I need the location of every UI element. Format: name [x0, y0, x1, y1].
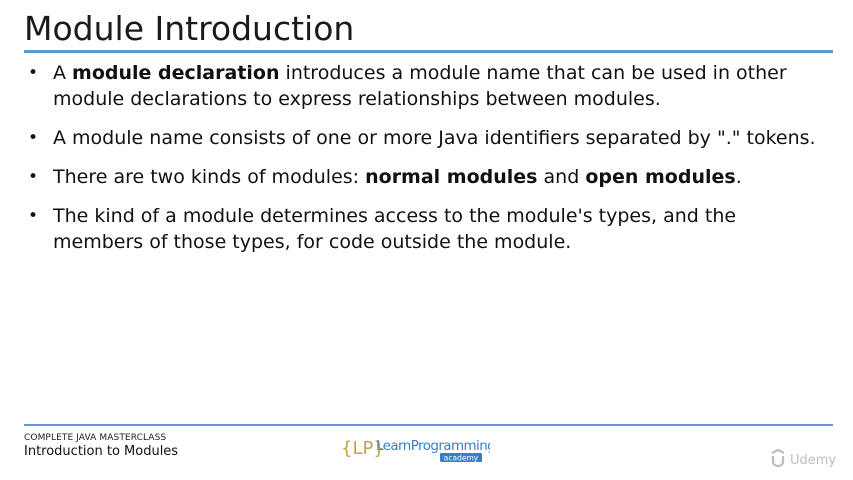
bullet-dot: •	[28, 63, 39, 83]
bullet-item: • A module declaration introduces a modul…	[24, 60, 824, 112]
bullet-text: The kind of a module determines access t…	[53, 205, 737, 253]
logo-sub: academy	[444, 454, 479, 463]
bullet-dot: •	[28, 128, 39, 148]
slide-title: Module Introduction	[24, 9, 355, 48]
bullet-item: • There are two kinds of modules: normal …	[24, 164, 824, 190]
bullet-text: .	[735, 166, 742, 188]
udemy-icon	[771, 448, 785, 468]
bullet-text: There are two kinds of modules:	[53, 166, 366, 188]
bullet-text: A	[53, 62, 73, 84]
bullet-dot: •	[28, 206, 39, 226]
bullet-emphasis: module declaration	[72, 62, 280, 84]
bullet-item: • A module name consists of one or more J…	[24, 125, 824, 151]
title-divider	[24, 50, 833, 53]
course-name: COMPLETE JAVA MASTERCLASS	[24, 433, 167, 443]
bullet-text: A module name consists of one or more Ja…	[53, 127, 816, 149]
bullet-emphasis: open modules	[585, 166, 736, 188]
bullet-text: and	[537, 166, 586, 188]
bullet-emphasis: normal modules	[365, 166, 538, 188]
udemy-wordmark: Udemy	[790, 453, 836, 468]
logo-name: LearnProgramming	[376, 438, 490, 454]
bullet-item: • The kind of a module determines access …	[24, 203, 824, 255]
bullet-dot: •	[28, 167, 39, 187]
learnprogramming-logo: {LP} LearnProgramming academy	[341, 438, 490, 463]
footer-divider	[24, 424, 833, 426]
udemy-watermark: Udemy	[771, 448, 836, 468]
bullet-list: • A module declaration introduces a modul…	[24, 60, 824, 268]
lecture-name: Introduction to Modules	[24, 444, 179, 459]
